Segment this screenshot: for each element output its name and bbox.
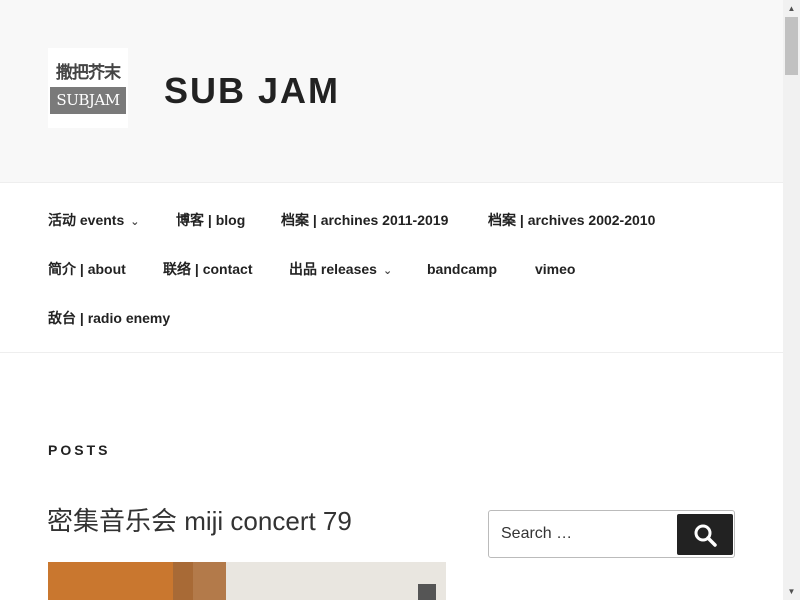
nav-item-label: 联络 | contact — [163, 261, 253, 277]
nav-item-contact[interactable]: 联络 | contact — [163, 259, 252, 279]
nav-item-label: 博客 | blog — [176, 212, 246, 228]
post-title[interactable]: 密集音乐会 miji concert 79 — [47, 505, 352, 537]
nav-item-label: vimeo — [535, 261, 576, 277]
nav-item-label: bandcamp — [427, 261, 498, 277]
search-button[interactable] — [677, 514, 733, 555]
logo-chinese-text: 撒把芥末 — [50, 61, 126, 85]
scroll-down-arrow-icon[interactable]: ▼ — [783, 583, 800, 600]
posts-heading: POSTS — [48, 442, 111, 458]
nav-item-vimeo[interactable]: vimeo — [535, 259, 575, 279]
search-icon — [694, 524, 717, 547]
nav-item-label: 活动 events — [48, 212, 125, 228]
nav-item-events[interactable]: 活动 events ⌄ — [48, 210, 139, 232]
search-form — [488, 510, 735, 558]
chevron-down-icon: ⌄ — [130, 216, 140, 228]
logo-latin-text: SUBJAM — [50, 87, 126, 114]
nav-item-blog[interactable]: 博客 | blog — [176, 210, 245, 230]
nav-item-archines-2011-2019[interactable]: 档案 | archines 2011-2019 — [281, 210, 448, 230]
nav-item-archives-2002-2010[interactable]: 档案 | archives 2002-2010 — [488, 210, 655, 230]
main-navigation: 活动 events ⌄ 博客 | blog 档案 | archines 2011-… — [0, 184, 783, 353]
nav-item-bandcamp[interactable]: bandcamp — [427, 259, 497, 279]
nav-item-label: 简介 | about — [48, 261, 126, 277]
scrollbar[interactable]: ▲ ▼ — [783, 0, 800, 600]
nav-item-radio-enemy[interactable]: 敌台 | radio enemy — [48, 308, 170, 328]
site-title[interactable]: SUB JAM — [164, 70, 340, 112]
nav-item-label: 出品 releases — [289, 261, 377, 277]
nav-item-releases[interactable]: 出品 releases ⌄ — [289, 259, 392, 281]
site-header: 撒把芥末 SUBJAM SUB JAM — [0, 0, 783, 183]
nav-item-label: 敌台 | radio enemy — [48, 310, 171, 326]
search-input[interactable] — [489, 511, 675, 557]
chevron-down-icon: ⌄ — [382, 265, 393, 277]
nav-item-label: 档案 | archines 2011-2019 — [281, 212, 449, 228]
post-featured-image[interactable] — [48, 562, 446, 600]
nav-item-label: 档案 | archives 2002-2010 — [488, 212, 656, 228]
scroll-up-arrow-icon[interactable]: ▲ — [783, 0, 800, 17]
nav-item-about[interactable]: 简介 | about — [48, 259, 126, 279]
site-logo[interactable]: 撒把芥末 SUBJAM — [48, 48, 128, 128]
scrollbar-thumb[interactable] — [785, 17, 798, 75]
